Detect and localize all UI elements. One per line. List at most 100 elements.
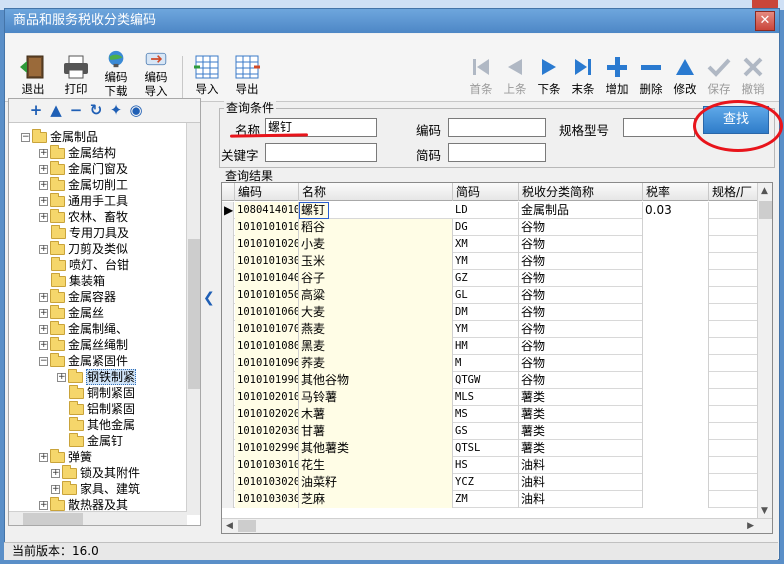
code-label: 编码 bbox=[416, 123, 442, 138]
tree-target-icon[interactable]: ◉ bbox=[127, 101, 145, 119]
tree-vertical-scrollbar[interactable] bbox=[186, 123, 200, 515]
table-row[interactable]: 1010102030 甘薯 GS 薯类 bbox=[222, 423, 772, 440]
tree-item[interactable]: + 锁及其附件 bbox=[51, 465, 140, 481]
tree-item[interactable]: + 钢铁制紧 bbox=[57, 369, 137, 385]
expand-icon[interactable]: + bbox=[39, 245, 48, 254]
table-row[interactable]: 1010101030 玉米 YM 谷物 bbox=[222, 253, 772, 270]
tree-item[interactable]: 集装箱 bbox=[51, 273, 105, 289]
scroll-thumb[interactable] bbox=[23, 513, 83, 525]
expand-icon[interactable]: + bbox=[39, 325, 48, 334]
collapse-icon[interactable]: − bbox=[21, 133, 30, 142]
column-header[interactable]: 简码 bbox=[453, 183, 519, 201]
tree-item[interactable]: − 金属紧固件 bbox=[39, 353, 128, 369]
expand-icon[interactable]: + bbox=[39, 341, 48, 350]
tree-item[interactable]: 金属钉 bbox=[69, 433, 123, 449]
code-import-button[interactable]: 编码 导入 bbox=[136, 50, 176, 98]
tree-item[interactable]: 铜制紧固 bbox=[69, 385, 135, 401]
abbr-input[interactable] bbox=[448, 143, 546, 162]
expand-icon[interactable]: + bbox=[39, 197, 48, 206]
table-cell: 1010102020 bbox=[235, 406, 299, 423]
tree-item[interactable]: + 金属切削工 bbox=[39, 177, 128, 193]
table-row[interactable]: 1010101010 稻谷 DG 谷物 bbox=[222, 219, 772, 236]
export-button[interactable]: 导出 bbox=[227, 54, 267, 96]
expand-icon[interactable]: + bbox=[51, 485, 60, 494]
collapse-pane-icon[interactable]: ❮ bbox=[203, 290, 215, 306]
row-indicator bbox=[222, 491, 234, 508]
expand-icon[interactable]: + bbox=[39, 501, 48, 510]
tree-item[interactable]: + 金属容器 bbox=[39, 289, 116, 305]
table-row[interactable]: 1010101020 小麦 XM 谷物 bbox=[222, 236, 772, 253]
tree-item[interactable]: + 金属丝绳制 bbox=[39, 337, 128, 353]
expand-icon[interactable]: + bbox=[39, 181, 48, 190]
table-row[interactable]: 1010101050 高粱 GL 谷物 bbox=[222, 287, 772, 304]
table-row[interactable]: 1010101040 谷子 GZ 谷物 bbox=[222, 270, 772, 287]
tree-up-icon[interactable]: ▲ bbox=[47, 101, 65, 119]
tree-item[interactable]: + 农林、畜牧 bbox=[39, 209, 128, 225]
table-row[interactable]: 1010102990 其他薯类 QTSL 薯类 bbox=[222, 440, 772, 457]
tree-item[interactable]: + 家具、建筑 bbox=[51, 481, 140, 497]
table-row[interactable]: 1010101080 黑麦 HM 谷物 bbox=[222, 338, 772, 355]
expand-icon[interactable]: + bbox=[57, 373, 66, 382]
tree-item[interactable]: + 金属结构 bbox=[39, 145, 116, 161]
scroll-thumb[interactable] bbox=[759, 201, 772, 219]
table-row[interactable]: 1010101990 其他谷物 QTGW 谷物 bbox=[222, 372, 772, 389]
table-row[interactable]: 1010102020 木薯 MS 薯类 bbox=[222, 406, 772, 423]
undo-button[interactable]: 撤销 bbox=[733, 54, 773, 96]
tree-expand-icon[interactable]: ✦ bbox=[107, 101, 125, 119]
grid-horizontal-scrollbar[interactable]: ◀ ▶ bbox=[222, 518, 772, 533]
table-row[interactable]: 1010103020 油菜籽 YCZ 油料 bbox=[222, 474, 772, 491]
tree-item[interactable]: + 通用手工具 bbox=[39, 193, 128, 209]
column-header[interactable]: 税率 bbox=[643, 183, 709, 201]
scroll-up-icon[interactable]: ▲ bbox=[761, 186, 768, 196]
grid-vertical-scrollbar[interactable]: ▲ ▼ bbox=[757, 183, 772, 519]
tree-item[interactable]: 其他金属 bbox=[69, 417, 135, 433]
table-row[interactable]: 1010101060 大麦 DM 谷物 bbox=[222, 304, 772, 321]
table-cell: DG bbox=[453, 219, 519, 236]
print-button[interactable]: 打印 bbox=[56, 54, 96, 96]
table-cell bbox=[643, 338, 709, 355]
scroll-left-icon[interactable]: ◀ bbox=[226, 521, 233, 531]
expand-icon[interactable]: + bbox=[39, 293, 48, 302]
collapse-icon[interactable]: − bbox=[39, 357, 48, 366]
keyword-input[interactable] bbox=[265, 143, 377, 162]
tree-item[interactable]: − 金属制品 bbox=[21, 129, 98, 145]
scroll-right-icon[interactable]: ▶ bbox=[747, 521, 754, 531]
tree-refresh-icon[interactable]: ↻ bbox=[87, 101, 105, 119]
expand-icon[interactable]: + bbox=[39, 213, 48, 222]
tree-item[interactable]: + 金属丝 bbox=[39, 305, 104, 321]
expand-icon[interactable]: + bbox=[39, 453, 48, 462]
scroll-down-icon[interactable]: ▼ bbox=[761, 506, 768, 516]
spec-input[interactable] bbox=[623, 118, 695, 137]
scroll-thumb[interactable] bbox=[188, 239, 200, 389]
table-row[interactable]: 1010103030 芝麻 ZM 油料 bbox=[222, 491, 772, 508]
tree-item[interactable]: + 金属制绳、 bbox=[39, 321, 128, 337]
tree-item[interactable]: 喷灯、台钳 bbox=[51, 257, 129, 273]
tree-horizontal-scrollbar[interactable] bbox=[9, 511, 187, 525]
expand-icon[interactable]: + bbox=[39, 149, 48, 158]
close-button[interactable]: ✕ bbox=[755, 11, 775, 31]
column-header[interactable]: 编码 bbox=[235, 183, 299, 201]
expand-icon[interactable]: + bbox=[39, 165, 48, 174]
table-row[interactable]: 1010103010 花生 HS 油料 bbox=[222, 457, 772, 474]
table-row[interactable]: 1010101090 荞麦 M 谷物 bbox=[222, 355, 772, 372]
import-button[interactable]: 导入 bbox=[187, 54, 227, 96]
tree-add-icon[interactable]: + bbox=[27, 101, 45, 119]
exit-button[interactable]: 退出 bbox=[13, 54, 53, 96]
scroll-thumb[interactable] bbox=[238, 520, 256, 532]
tree-item[interactable]: + 弹簧 bbox=[39, 449, 92, 465]
column-header[interactable]: 税收分类简称 bbox=[519, 183, 643, 201]
column-header[interactable]: 名称 bbox=[299, 183, 453, 201]
table-row[interactable]: 1010101070 燕麦 YM 谷物 bbox=[222, 321, 772, 338]
tree-item[interactable]: 专用刀具及 bbox=[51, 225, 129, 241]
tree-item[interactable]: + 刀剪及类似 bbox=[39, 241, 128, 257]
table-row[interactable]: 1010102010 马铃薯 MLS 薯类 bbox=[222, 389, 772, 406]
expand-icon[interactable]: + bbox=[51, 469, 60, 478]
tree-remove-icon[interactable]: − bbox=[67, 101, 85, 119]
tree-item[interactable]: 铝制紧固 bbox=[69, 401, 135, 417]
code-input[interactable] bbox=[448, 118, 546, 137]
folder-icon bbox=[50, 337, 65, 351]
tree-item[interactable]: + 金属门窗及 bbox=[39, 161, 128, 177]
table-row[interactable]: ▶ 1080414010 螺钉 LD 金属制品 0.03 bbox=[222, 202, 772, 219]
expand-icon[interactable]: + bbox=[39, 309, 48, 318]
code-download-button[interactable]: 编码 下载 bbox=[96, 50, 136, 98]
